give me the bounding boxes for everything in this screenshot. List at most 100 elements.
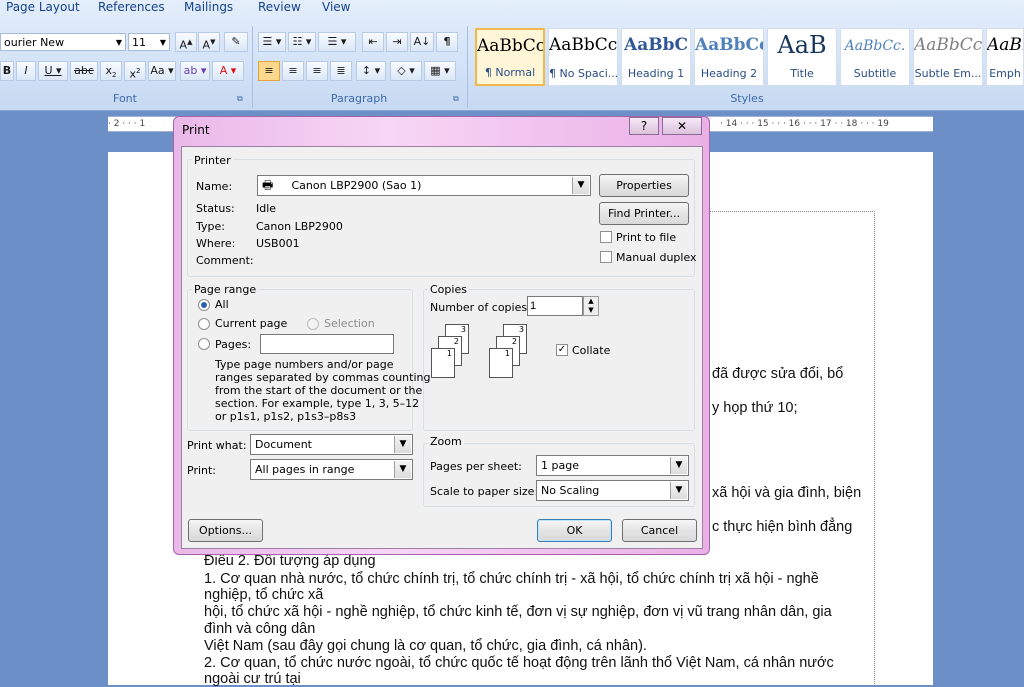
pages-input[interactable] [260,334,394,354]
style-name: Subtitle [853,67,897,80]
pages-radio[interactable] [198,338,210,350]
tab-mailings[interactable]: Mailings [184,0,233,18]
underline-icon[interactable]: U ▾ [38,61,68,81]
numbering-icon[interactable]: ☷ ▾ [288,32,316,52]
where-label: Where: [196,237,236,250]
print-to-file-label[interactable]: Print to file [616,231,676,244]
change-case-icon[interactable]: Aa ▾ [148,61,176,81]
line-spacing-icon[interactable]: ↕ ▾ [356,61,386,81]
print-to-file-checkbox[interactable] [600,231,612,243]
manual-duplex-label[interactable]: Manual duplex [616,251,697,264]
justify-icon[interactable]: ≣ [330,61,352,81]
sort-icon[interactable]: A↓ [410,32,434,52]
style-sample: AaBbCc [914,35,982,55]
manual-duplex-checkbox[interactable] [600,251,612,263]
printer-icon: 🖶 [262,178,274,192]
document-text-line: Điều 2. Đối tượng áp dụng [204,553,376,569]
all-pages-radio[interactable] [198,299,210,311]
ribbon: Page Layout References Mailings Review V… [0,0,1024,111]
borders-icon[interactable]: ▦ ▾ [424,61,456,81]
decrease-indent-icon[interactable]: ⇤ [362,32,384,52]
style-name: ¶ No Spaci... [549,67,617,80]
subscript-icon[interactable]: x2 [100,61,122,81]
increase-indent-icon[interactable]: ⇥ [386,32,408,52]
dialog-launcher-icon[interactable]: ⧉ [237,94,243,104]
show-marks-icon[interactable]: ¶ [436,32,458,52]
group-divider [252,26,253,108]
align-right-icon[interactable]: ≡ [306,61,328,81]
multilevel-list-icon[interactable]: ☰ ▾ [318,32,356,52]
chevron-down-icon[interactable]: ▼ [116,34,122,52]
shading-icon[interactable]: ◇ ▾ [390,61,422,81]
status-value: Idle [256,202,277,215]
style-no-spacing[interactable]: AaBbCc ¶ No Spaci... [548,28,618,86]
chevron-down-icon[interactable]: ▼ [670,482,687,499]
copies-spinner[interactable]: ▲ ▼ [583,296,599,316]
clear-formatting-icon[interactable]: ✎ [224,32,248,52]
chevron-down-icon[interactable]: ▼ [394,461,411,478]
scale-to-paper-label: Scale to paper size: [430,485,539,498]
style-name: Heading 2 [700,67,758,80]
tab-references[interactable]: References [98,0,165,18]
scale-to-paper-select[interactable]: No Scaling ▼ [536,480,689,501]
print-dialog: Print ? ✕ Printer Name: 🖶 Canon LBP2900 … [173,116,710,555]
italic-icon[interactable]: I [16,61,36,81]
page-range-legend: Page range [192,283,259,296]
collate-label[interactable]: Collate [572,344,610,357]
print-what-select[interactable]: Document ▼ [250,434,413,455]
chevron-down-icon[interactable]: ▼ [160,34,166,52]
collate-checkbox[interactable]: ✓ [556,344,568,356]
tab-review[interactable]: Review [258,0,301,18]
style-title[interactable]: AaB Title [767,28,837,86]
shrink-font-icon[interactable]: A▼ [198,32,220,52]
font-color-icon[interactable]: A ▾ [212,61,244,81]
options-button[interactable]: Options... [188,519,263,542]
dialog-title: Print [182,123,210,137]
style-normal[interactable]: AaBbCc ¶ Normal [475,28,545,86]
font-group-label: Font [113,92,137,105]
current-page-radio[interactable] [198,318,210,330]
print-what-label: Print what: [187,439,247,452]
tab-view[interactable]: View [322,0,350,18]
style-heading-1[interactable]: AaBbC Heading 1 [621,28,691,86]
pages-per-sheet-select[interactable]: 1 page ▼ [536,455,689,476]
grow-font-icon[interactable]: A▲ [175,32,197,52]
cancel-button[interactable]: Cancel [622,519,697,542]
close-button[interactable]: ✕ [662,117,702,135]
font-size-combo[interactable]: 11 ▼ [128,33,170,51]
style-name: Heading 1 [627,67,685,80]
dialog-launcher-icon[interactable]: ⧉ [453,94,459,104]
superscript-icon[interactable]: x2 [124,61,146,81]
properties-button[interactable]: Properties [599,174,689,197]
printer-name-select[interactable]: 🖶 Canon LBP2900 (Sao 1) ▼ [257,175,591,196]
font-name-combo[interactable]: ourier New ▼ [0,33,126,51]
style-heading-2[interactable]: AaBbCc Heading 2 [694,28,764,86]
pages-label[interactable]: Pages: [215,338,251,351]
help-button[interactable]: ? [629,117,659,135]
tab-page-layout[interactable]: Page Layout [6,0,80,18]
current-page-label[interactable]: Current page [215,317,287,330]
font-size-value: 11 [132,36,146,49]
copies-input[interactable] [527,296,583,316]
type-label: Type: [196,220,225,233]
chevron-down-icon[interactable]: ▼ [572,177,589,194]
strikethrough-icon[interactable]: abc [70,61,98,81]
print-select[interactable]: All pages in range ▼ [250,459,413,480]
document-text-line: Việt Nam (sau đây gọi chung là cơ quan, … [204,638,647,654]
ok-button[interactable]: OK [537,519,612,542]
find-printer-button[interactable]: Find Printer... [599,202,689,225]
highlight-color-icon[interactable]: ab ▾ [180,61,210,81]
page-stack-icon: 1 [489,348,513,378]
align-left-icon[interactable]: ≡ [258,61,280,81]
style-subtitle[interactable]: AaBbCc. Subtitle [840,28,910,86]
document-text-line: xã hội và gia đình, biện [712,485,862,501]
chevron-down-icon[interactable]: ▼ [670,457,687,474]
bullets-icon[interactable]: ☰ ▾ [258,32,286,52]
style-subtle-emphasis[interactable]: AaBbCc Subtle Em... [913,28,983,86]
all-pages-label[interactable]: All [215,298,229,311]
font-name-value: ourier New [4,36,65,49]
chevron-down-icon[interactable]: ▼ [394,436,411,453]
style-emphasis[interactable]: AaBb Emph [986,28,1024,86]
align-center-icon[interactable]: ≡ [282,61,304,81]
bold-icon[interactable]: B [0,61,14,81]
